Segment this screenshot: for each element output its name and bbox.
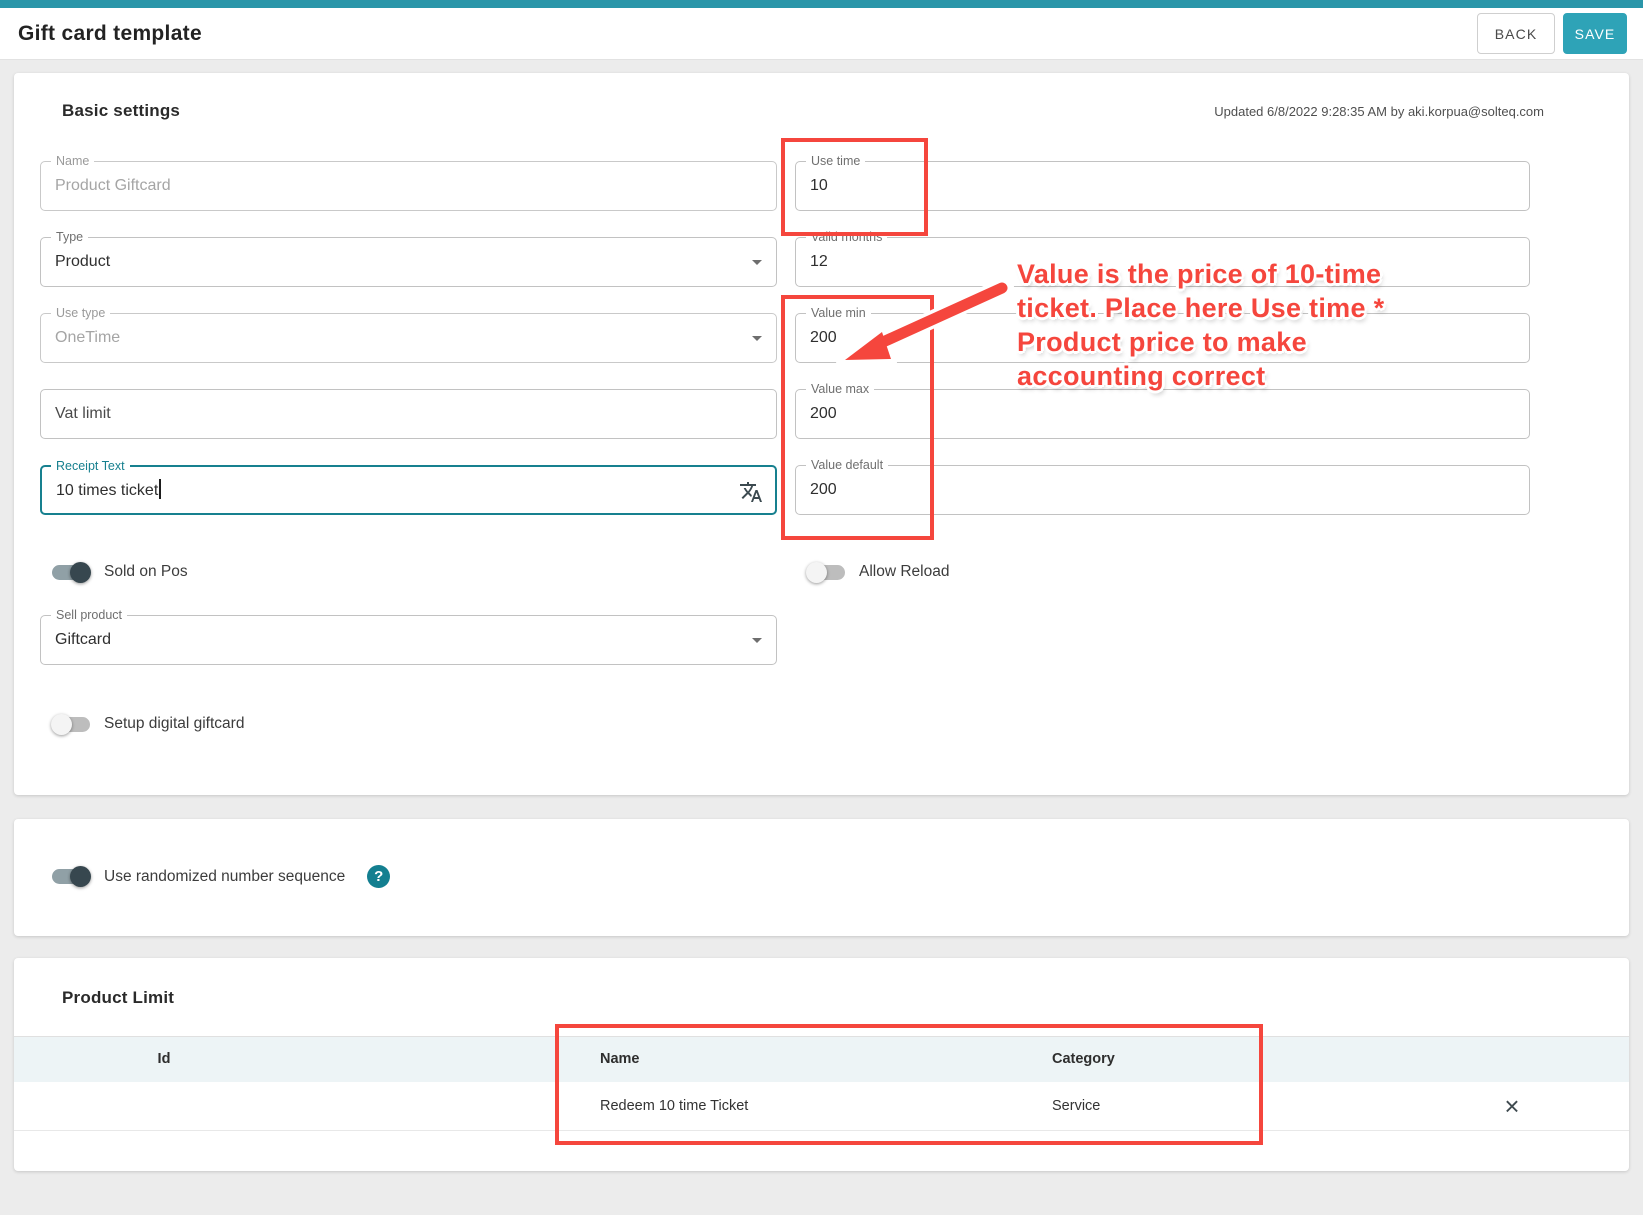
save-button[interactable]: SAVE bbox=[1563, 13, 1627, 54]
remove-row-icon[interactable]: × bbox=[1492, 1082, 1532, 1130]
use-type-select[interactable]: Use type OneTime bbox=[40, 313, 777, 363]
allow-reload-label: Allow Reload bbox=[859, 563, 949, 581]
sold-on-pos-toggle[interactable] bbox=[52, 565, 90, 580]
back-button[interactable]: BACK bbox=[1477, 13, 1555, 54]
use-time-field-value: 10 bbox=[810, 162, 828, 210]
value-max-field-value: 200 bbox=[810, 390, 837, 438]
updated-info: Updated 6/8/2022 9:28:35 AM by aki.korpu… bbox=[1214, 104, 1544, 119]
value-default-field[interactable]: Value default 200 bbox=[795, 465, 1530, 515]
use-type-select-value: OneTime bbox=[55, 314, 120, 362]
valid-months-field-value: 12 bbox=[810, 238, 828, 286]
value-max-field[interactable]: Value max 200 bbox=[795, 389, 1530, 439]
row-name-cell: Redeem 10 time Ticket bbox=[600, 1082, 748, 1130]
setup-digital-giftcard-label: Setup digital giftcard bbox=[104, 715, 244, 733]
table-header-row: Id Name Category bbox=[14, 1036, 1629, 1082]
basic-settings-form: Name Product Giftcard Use time 10 Type P… bbox=[40, 161, 1544, 515]
vat-limit-field[interactable]: Vat limit bbox=[40, 389, 777, 439]
receipt-text-field[interactable]: Receipt Text 10 times ticket bbox=[40, 465, 777, 515]
column-header-category: Category bbox=[1052, 1037, 1115, 1082]
basic-settings-card: Basic settings Updated 6/8/2022 9:28:35 … bbox=[14, 73, 1629, 795]
use-randomized-number-sequence-toggle[interactable] bbox=[52, 869, 90, 884]
product-limit-card: Product Limit Id Name Category Redeem 10… bbox=[14, 958, 1629, 1171]
number-sequence-card: Use randomized number sequence ? bbox=[14, 819, 1629, 936]
value-min-field-value: 200 bbox=[810, 314, 837, 362]
allow-reload-toggle-row: Allow Reload bbox=[795, 559, 1530, 585]
setup-digital-giftcard-toggle[interactable] bbox=[52, 717, 90, 732]
chevron-down-icon bbox=[752, 638, 762, 643]
name-field-value: Product Giftcard bbox=[55, 162, 171, 210]
chevron-down-icon bbox=[752, 336, 762, 341]
row-category-cell: Service bbox=[1052, 1082, 1100, 1130]
use-time-field[interactable]: Use time 10 bbox=[795, 161, 1530, 211]
allow-reload-toggle[interactable] bbox=[807, 565, 845, 580]
product-limit-table: Id Name Category Redeem 10 time Ticket S… bbox=[14, 1036, 1629, 1131]
type-select[interactable]: Type Product bbox=[40, 237, 777, 287]
app-header: Gift card template BACK SAVE bbox=[0, 8, 1643, 60]
column-header-name: Name bbox=[600, 1037, 640, 1082]
chevron-down-icon bbox=[752, 260, 762, 265]
sold-on-pos-toggle-row: Sold on Pos bbox=[40, 559, 777, 585]
valid-months-field[interactable]: Valid months 12 bbox=[795, 237, 1530, 287]
value-min-field[interactable]: Value min 200 bbox=[795, 313, 1530, 363]
vat-limit-field-label: Vat limit bbox=[55, 390, 111, 438]
setup-digital-toggle-row: Setup digital giftcard bbox=[40, 711, 1544, 737]
text-cursor bbox=[159, 479, 161, 499]
sell-product-select-value: Giftcard bbox=[55, 616, 111, 664]
value-default-field-value: 200 bbox=[810, 466, 837, 514]
product-limit-title: Product Limit bbox=[14, 988, 1629, 1008]
top-accent-bar bbox=[0, 0, 1643, 8]
name-field[interactable]: Name Product Giftcard bbox=[40, 161, 777, 211]
type-select-value: Product bbox=[55, 238, 110, 286]
column-header-id: Id bbox=[14, 1037, 314, 1082]
help-icon[interactable]: ? bbox=[367, 865, 390, 888]
sold-on-pos-label: Sold on Pos bbox=[104, 563, 188, 581]
page-content: Basic settings Updated 6/8/2022 9:28:35 … bbox=[0, 60, 1643, 1171]
receipt-text-field-value: 10 times ticket bbox=[56, 467, 161, 515]
translate-icon[interactable] bbox=[739, 480, 763, 509]
page-title: Gift card template bbox=[18, 22, 202, 46]
basic-settings-title: Basic settings bbox=[62, 101, 180, 121]
table-row: Redeem 10 time Ticket Service × bbox=[14, 1082, 1629, 1131]
sell-product-select[interactable]: Sell product Giftcard bbox=[40, 615, 777, 665]
use-randomized-number-sequence-label: Use randomized number sequence bbox=[104, 868, 345, 886]
